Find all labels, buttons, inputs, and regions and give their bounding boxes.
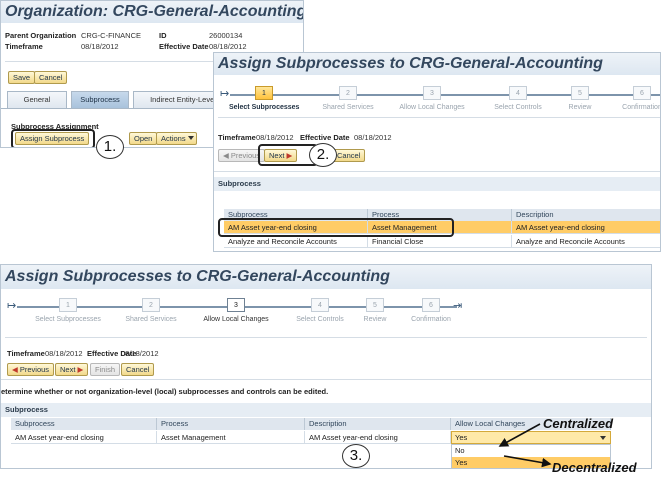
instruction-text: etermine whether or not organization-lev… bbox=[1, 387, 329, 396]
wizard-step-6: 6 Confirmation bbox=[403, 298, 459, 323]
timeframe-label: Timeframe bbox=[5, 42, 43, 51]
subprocess-section-title: Subprocess bbox=[1, 403, 651, 417]
callout-2: 2. bbox=[309, 143, 337, 167]
organization-title: Organization: CRG-General-Accounting bbox=[1, 1, 303, 23]
wizard-step-1[interactable]: 1 Select Subprocesses bbox=[229, 86, 299, 111]
finish-button[interactable]: Finish bbox=[90, 363, 121, 376]
wizard-timeframe-value: 08/18/2012 bbox=[45, 349, 83, 358]
tab-subprocess[interactable]: Subprocess bbox=[71, 91, 129, 108]
wizard-timeframe-label: Timeframe bbox=[218, 133, 256, 142]
save-button[interactable]: Save bbox=[8, 71, 36, 84]
effective-date-value: 08/18/2012 bbox=[209, 42, 247, 51]
allow-local-changes-select[interactable]: Yes bbox=[451, 431, 611, 444]
chevron-down-icon bbox=[600, 436, 606, 440]
cell-subprocess: AM Asset year-end closing bbox=[11, 431, 157, 444]
wizard-step-1: 1 Select Subprocesses bbox=[31, 298, 105, 323]
cancel-button[interactable]: Cancel bbox=[34, 71, 68, 84]
divider bbox=[5, 337, 647, 338]
callout-1: 1. bbox=[96, 135, 124, 159]
actions-label: Actions bbox=[161, 134, 186, 143]
wizard-title: Assign Subprocesses to CRG-General-Accou… bbox=[1, 265, 651, 289]
wizard-step-3[interactable]: 3 Allow Local Changes bbox=[196, 298, 276, 323]
cell-description: AM Asset year-end closing bbox=[512, 221, 660, 234]
wizard-step-4: 4 Select Controls bbox=[486, 86, 550, 111]
id-label: ID bbox=[159, 31, 167, 40]
parent-org-label: Parent Organization bbox=[5, 31, 77, 40]
wizard-timeframe-value: 08/18/2012 bbox=[256, 133, 294, 142]
wizard-step-2: 2 Shared Services bbox=[121, 298, 181, 323]
arrow-start-icon: ↦ bbox=[7, 300, 17, 312]
column-process[interactable]: Process bbox=[157, 418, 305, 430]
column-description[interactable]: Description bbox=[512, 209, 660, 221]
chevron-left-icon: ◀ bbox=[223, 151, 229, 160]
row-highlight bbox=[218, 218, 454, 237]
divider bbox=[1, 379, 651, 380]
wizard-step-5: 5 Review bbox=[353, 298, 397, 323]
timeframe-value: 08/18/2012 bbox=[81, 42, 119, 51]
cancel-button[interactable]: Cancel bbox=[121, 363, 155, 376]
wizard-effective-label: Effective Date bbox=[300, 133, 350, 142]
column-subprocess[interactable]: Subprocess bbox=[11, 418, 157, 430]
wizard-timeframe-label: Timeframe bbox=[7, 349, 45, 358]
tab-general[interactable]: General bbox=[7, 91, 67, 108]
dropdown-option-no[interactable]: No bbox=[452, 445, 610, 457]
wizard-title: Assign Subprocesses to CRG-General-Accou… bbox=[214, 53, 660, 75]
next-button[interactable]: Next ▶ bbox=[55, 363, 89, 376]
wizard-step-5: 5 Review bbox=[558, 86, 602, 111]
id-value: 26000134 bbox=[209, 31, 243, 40]
decentralized-annotation: Decentralized bbox=[552, 460, 637, 475]
divider bbox=[218, 117, 660, 118]
callout-3: 3. bbox=[342, 444, 370, 468]
chevron-left-icon: ◀ bbox=[12, 365, 18, 374]
assign-wizard-step1-panel: Assign Subprocesses to CRG-General-Accou… bbox=[213, 52, 661, 252]
cancel-button[interactable]: Cancel bbox=[332, 149, 366, 162]
chevron-down-icon bbox=[187, 136, 194, 140]
parent-org-value: CRG-C-FINANCE bbox=[81, 31, 141, 40]
subprocess-section-title: Subprocess bbox=[214, 177, 660, 191]
wizard-effective-value: 08/18/2012 bbox=[121, 349, 159, 358]
assign-wizard-step3-panel: Assign Subprocesses to CRG-General-Accou… bbox=[0, 264, 652, 469]
cell-description: AM Asset year-end closing bbox=[305, 431, 451, 444]
chevron-right-icon: ▶ bbox=[77, 365, 84, 374]
wizard-step-6: 6 Confirmation bbox=[612, 86, 660, 111]
cell-description: Analyze and Reconcile Accounts bbox=[512, 235, 660, 248]
wizard-step-4: 4 Select Controls bbox=[288, 298, 352, 323]
column-description[interactable]: Description bbox=[305, 418, 451, 430]
arrow-start-icon: ↦ bbox=[220, 88, 230, 100]
divider bbox=[214, 171, 660, 172]
actions-button[interactable]: Actions bbox=[156, 132, 197, 145]
effective-date-label: Effective Date bbox=[159, 42, 209, 51]
open-button[interactable]: Open bbox=[129, 132, 158, 145]
wizard-step-2: 2 Shared Services bbox=[318, 86, 378, 111]
assign-subprocess-highlight bbox=[11, 129, 95, 147]
wizard-step-3: 3 Allow Local Changes bbox=[392, 86, 472, 111]
centralized-annotation: Centralized bbox=[543, 416, 614, 431]
cell-process: Asset Management bbox=[157, 431, 305, 444]
previous-button[interactable]: ◀ Previous bbox=[7, 363, 55, 376]
select-value: Yes bbox=[455, 433, 468, 442]
wizard-effective-value: 08/18/2012 bbox=[354, 133, 392, 142]
